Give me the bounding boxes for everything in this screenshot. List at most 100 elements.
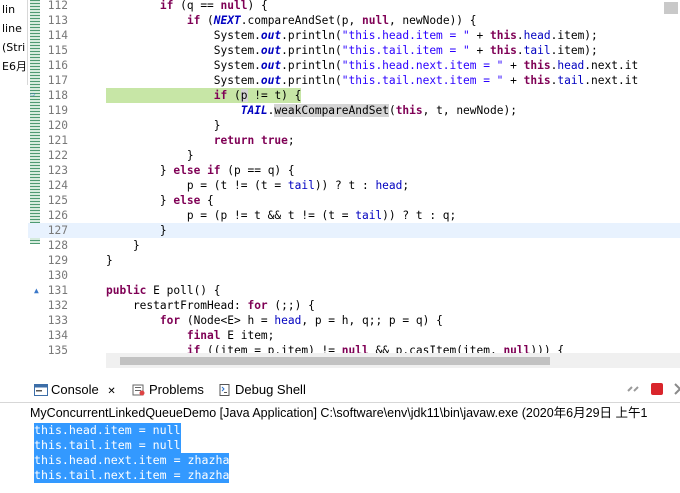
code-line[interactable]: 130 <box>28 268 680 283</box>
code-token: E item; <box>220 329 275 342</box>
vertical-scrollbar[interactable] <box>664 2 678 14</box>
console-description: MyConcurrentLinkedQueueDemo [Java Applic… <box>30 406 648 420</box>
code-token: this <box>489 29 517 42</box>
code-text: if (q == null) { <box>106 0 268 13</box>
code-line[interactable]: 126 p = (p != t && t != (t = tail)) ? t … <box>28 208 680 223</box>
code-token: + <box>503 59 524 72</box>
code-token: , newNode)) { <box>388 14 477 27</box>
code-token: out <box>260 44 282 57</box>
code-line[interactable]: 118 if (p != t) {⇨ <box>28 88 680 103</box>
code-token: else <box>173 194 201 207</box>
left-view-strip: lin line (Stri E6月 <box>0 0 28 85</box>
console-panel: Console ✕ Problems Debug Shell MyConcurr… <box>0 372 680 493</box>
line-number: 127 <box>47 224 68 237</box>
code-line[interactable]: 127 } <box>28 223 680 238</box>
code-token: this <box>395 104 423 117</box>
code-token: System. <box>106 59 261 72</box>
code-text: System.out.println("this.head.item = " +… <box>106 28 598 43</box>
code-token: true <box>260 134 288 147</box>
code-token: (p == q) { <box>220 164 295 177</box>
code-token: .compareAndSet(p, <box>240 14 362 27</box>
code-token: tail <box>523 44 551 57</box>
code-token: ( <box>227 89 241 102</box>
code-token: NEXT <box>213 14 241 27</box>
scrollbar-thumb[interactable] <box>120 357 550 365</box>
code-token: out <box>260 59 282 72</box>
debug-shell-icon <box>219 384 230 396</box>
code-text: p = (p != t && t != (t = tail)) ? t : q; <box>106 208 456 223</box>
line-number: 114 <box>47 29 68 42</box>
code-token: null <box>220 0 248 12</box>
code-token: .item); <box>550 44 598 57</box>
tab-console[interactable]: Console ✕ <box>34 380 116 400</box>
code-text: } <box>106 148 194 163</box>
code-line[interactable]: 124 p = (t != (t = tail)) ? t : head; <box>28 178 680 193</box>
code-line[interactable]: 128 } <box>28 238 680 253</box>
left-strip-item[interactable]: (Stri <box>0 38 27 57</box>
code-editor[interactable]: 112 if (q == null) {113 if (NEXT.compare… <box>28 0 680 368</box>
code-token: System. <box>106 74 261 87</box>
fold-collapse-icon[interactable]: ▲ <box>34 283 39 298</box>
code-line[interactable]: 112 if (q == null) { <box>28 0 680 13</box>
code-token: "this.tail.next.item = " <box>341 74 504 87</box>
code-token: } <box>106 194 174 207</box>
code-token: p = (p != t && t != (t = <box>106 209 356 222</box>
terminate-icon[interactable] <box>650 382 664 396</box>
close-icon[interactable]: ✕ <box>107 386 115 397</box>
code-line[interactable]: 115 System.out.println("this.tail.item =… <box>28 43 680 58</box>
code-line[interactable]: 119 TAIL.weakCompareAndSet(this, t, newN… <box>28 103 680 118</box>
code-text: if (p != t) { <box>106 88 302 103</box>
left-strip-item[interactable]: lin <box>0 0 27 19</box>
horizontal-scrollbar[interactable] <box>106 353 680 368</box>
code-text: public E poll() { <box>106 283 221 298</box>
code-text: for (Node<E> h = head, p = h, q;; p = q)… <box>106 313 443 328</box>
code-token: (q == <box>173 0 221 12</box>
code-token: tail <box>355 209 383 222</box>
remove-launch-icon[interactable] <box>673 382 680 396</box>
code-line[interactable]: 113 if (NEXT.compareAndSet(p, null, newN… <box>28 13 680 28</box>
code-line[interactable]: 131 public E poll() {▲ <box>28 283 680 298</box>
code-token: + <box>469 44 490 57</box>
code-line[interactable]: 117 System.out.println("this.tail.next.i… <box>28 73 680 88</box>
left-strip-item[interactable]: E6月 <box>0 57 27 76</box>
code-token: .println( <box>281 44 342 57</box>
code-token: p = (t != (t = <box>106 179 288 192</box>
code-token: } <box>106 164 174 177</box>
code-token: out <box>260 74 282 87</box>
code-line[interactable]: 129} <box>28 253 680 268</box>
code-line[interactable]: 133 for (Node<E> h = head, p = h, q;; p … <box>28 313 680 328</box>
code-token: this <box>489 44 517 57</box>
code-text: TAIL.weakCompareAndSet(this, t, newNode)… <box>106 103 517 118</box>
code-line[interactable]: 132 restartFromHead: for (;;) { <box>28 298 680 313</box>
code-token: } <box>106 224 167 237</box>
code-line[interactable]: 122 } <box>28 148 680 163</box>
code-text: System.out.println("this.tail.item = " +… <box>106 43 598 58</box>
code-line[interactable]: 120 } <box>28 118 680 133</box>
code-token: public <box>106 284 147 297</box>
code-line[interactable]: 114 System.out.println("this.head.item =… <box>28 28 680 43</box>
line-number: 117 <box>47 74 68 87</box>
code-line[interactable]: 121 return true; <box>28 133 680 148</box>
code-line[interactable]: 134 final E item; <box>28 328 680 343</box>
tab-debug-shell[interactable]: Debug Shell <box>218 380 306 400</box>
code-token: head <box>375 179 403 192</box>
disconnect-icon[interactable] <box>626 382 640 396</box>
code-token: .item); <box>550 29 598 42</box>
left-strip-item[interactable]: line <box>0 19 27 38</box>
tab-problems[interactable]: Problems <box>132 380 204 400</box>
code-line[interactable]: 116 System.out.println("this.head.next.i… <box>28 58 680 73</box>
line-number: 120 <box>47 119 68 132</box>
console-output[interactable]: this.head.item = null this.tail.item = n… <box>34 423 230 483</box>
code-token: ; <box>402 179 410 192</box>
line-number: 135 <box>47 344 68 357</box>
code-line[interactable]: 125 } else { <box>28 193 680 208</box>
code-token: this <box>523 59 551 72</box>
code-line[interactable]: 123 } else if (p == q) { <box>28 163 680 178</box>
code-token: != t) { <box>247 89 302 102</box>
code-token: "this.head.item = " <box>341 29 470 42</box>
